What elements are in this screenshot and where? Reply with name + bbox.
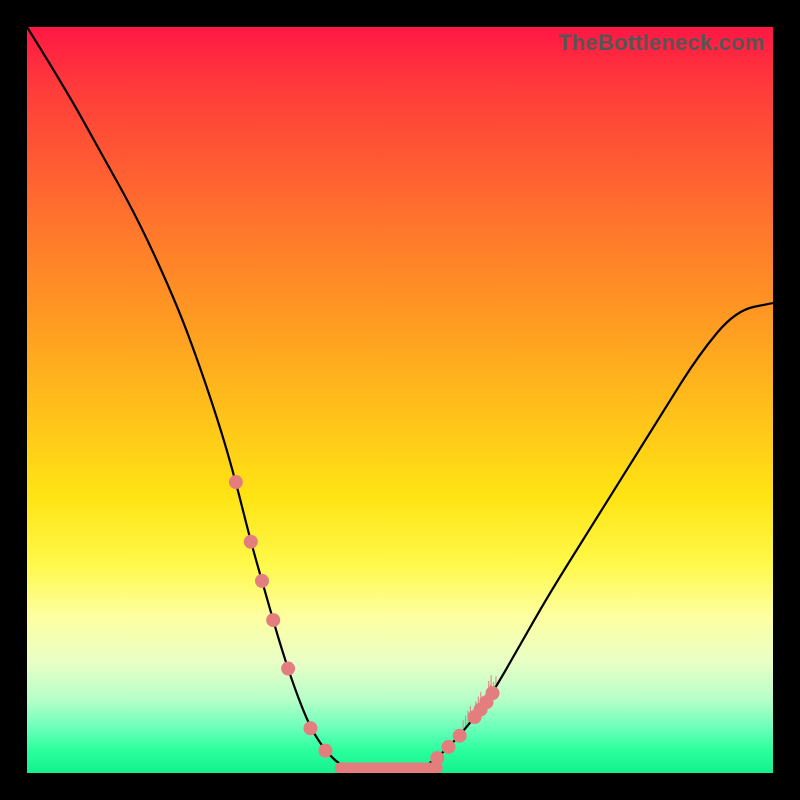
curve-marker xyxy=(430,751,444,765)
curve-marker xyxy=(303,721,317,735)
curve-marker xyxy=(486,686,500,700)
curve-svg xyxy=(27,27,773,773)
curve-marker xyxy=(255,574,269,588)
bottleneck-curve xyxy=(27,27,773,773)
curve-marker xyxy=(453,729,467,743)
curve-marker xyxy=(244,535,258,549)
curve-marker xyxy=(266,613,280,627)
curve-marker xyxy=(441,740,455,754)
chart-frame: TheBottleneck.com xyxy=(0,0,800,800)
curve-marker xyxy=(318,744,332,758)
curve-marker xyxy=(229,475,243,489)
plot-area: TheBottleneck.com xyxy=(27,27,773,773)
watermark-text: TheBottleneck.com xyxy=(559,30,765,56)
curve-marker xyxy=(281,662,295,676)
